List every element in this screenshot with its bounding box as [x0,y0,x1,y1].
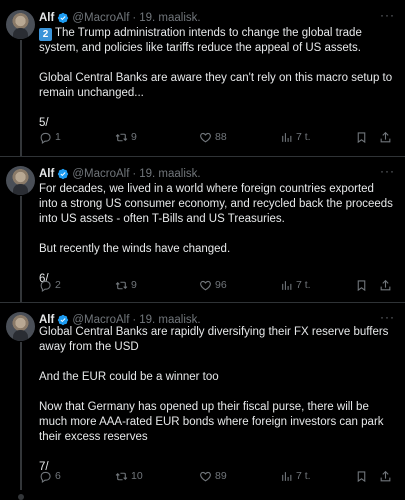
like-count: 88 [215,131,227,143]
share-button[interactable] [379,131,392,144]
retweet-icon [115,133,128,141]
separator-dot: · [132,168,137,180]
tweet-actions: 6 10 89 7 t. [39,468,399,484]
like-count: 96 [215,279,227,291]
author-name[interactable]: Alf [39,12,54,24]
views-button[interactable]: 7 t. [280,279,311,292]
bookmark-icon [357,131,366,143]
thread-continuation-dot [18,494,24,500]
like-icon [200,280,211,290]
retweet-icon [115,281,128,289]
verified-badge-icon [58,12,69,24]
tweet-date[interactable]: 19. maalisk. [139,12,200,24]
share-button[interactable] [379,470,392,483]
more-icon[interactable]: ··· [380,164,395,178]
tweet-paragraph: Global Central Banks are rapidly diversi… [39,326,392,353]
reply-icon [40,471,51,483]
more-icon[interactable]: ··· [380,8,395,22]
author-handle[interactable]: @MacroAlf [72,168,129,180]
bookmark-button[interactable] [355,279,368,292]
separator-dot: · [132,12,137,24]
retweet-count: 9 [131,131,137,143]
bookmark-button[interactable] [355,470,368,483]
tweet-actions: 2 9 96 7 t. [39,277,399,293]
reply-count: 2 [55,279,61,291]
views-count: 7 t. [296,279,311,291]
like-button[interactable]: 96 [199,279,227,292]
views-button[interactable]: 7 t. [280,470,311,483]
reply-button[interactable]: 1 [39,131,61,144]
retweet-count: 10 [131,470,143,482]
views-icon [282,471,292,481]
share-icon [380,279,391,290]
tweet-text: 2 The Trump administration intends to cha… [39,26,395,131]
tweet-paragraph: Now that Germany has opened up their fis… [39,401,387,443]
tweet-paragraph: Global Central Banks are aware they can'… [39,72,396,99]
retweet-button[interactable]: 9 [115,131,137,144]
like-icon [200,132,211,142]
share-icon [380,470,391,481]
more-icon[interactable]: ··· [380,310,395,324]
like-button[interactable]: 88 [199,131,227,144]
views-icon [282,280,292,290]
number-badge: 2 [39,28,52,41]
tweet-paragraph: 2 The Trump administration intends to cha… [39,27,366,54]
verified-badge-icon [58,168,69,180]
bookmark-button[interactable] [355,131,368,144]
retweet-count: 9 [131,279,137,291]
tweet-text: For decades, we lived in a world where f… [39,182,395,287]
like-button[interactable]: 89 [199,470,227,483]
like-count: 89 [215,470,227,482]
tweet-actions: 1 9 88 7 t. [39,129,399,145]
like-icon [200,471,211,481]
thread-line [20,196,22,302]
tweet-header: Alf @MacroAlf · 19. maalisk. [39,10,201,26]
author-handle[interactable]: @MacroAlf [72,12,129,24]
views-count: 7 t. [296,131,311,143]
retweet-button[interactable]: 10 [115,470,143,483]
tweet-3[interactable]: Alf @MacroAlf · 19. maalisk. ··· Global … [0,302,405,500]
reply-count: 6 [55,470,61,482]
thread-line [20,40,22,156]
reply-button[interactable]: 6 [39,470,61,483]
tweet-header: Alf @MacroAlf · 19. maalisk. [39,166,201,182]
tweet-paragraph: But recently the winds have changed. [39,243,231,255]
share-icon [380,131,391,142]
tweet-text: Global Central Banks are rapidly diversi… [39,325,395,475]
tweet-paragraph: And the EUR could be a winner too [39,371,219,383]
views-count: 7 t. [296,470,311,482]
avatar[interactable] [6,312,35,341]
tweet-2[interactable]: Alf @MacroAlf · 19. maalisk. ··· For dec… [0,156,405,302]
bookmark-icon [357,470,366,482]
bookmark-icon [357,279,366,291]
tweet-1[interactable]: Alf @MacroAlf · 19. maalisk. ··· 2 The Tr… [0,0,405,156]
tweet-paragraph: For decades, we lived in a world where f… [39,183,397,225]
share-button[interactable] [379,279,392,292]
retweet-icon [115,472,128,480]
reply-icon [40,280,51,292]
author-name[interactable]: Alf [39,168,54,180]
views-icon [282,132,292,142]
reply-count: 1 [55,131,61,143]
reply-icon [40,132,51,144]
reply-button[interactable]: 2 [39,279,61,292]
retweet-button[interactable]: 9 [115,279,137,292]
thread-line [20,342,22,490]
avatar[interactable] [6,166,35,195]
views-button[interactable]: 7 t. [280,131,311,144]
avatar[interactable] [6,10,35,39]
tweet-date[interactable]: 19. maalisk. [139,168,200,180]
